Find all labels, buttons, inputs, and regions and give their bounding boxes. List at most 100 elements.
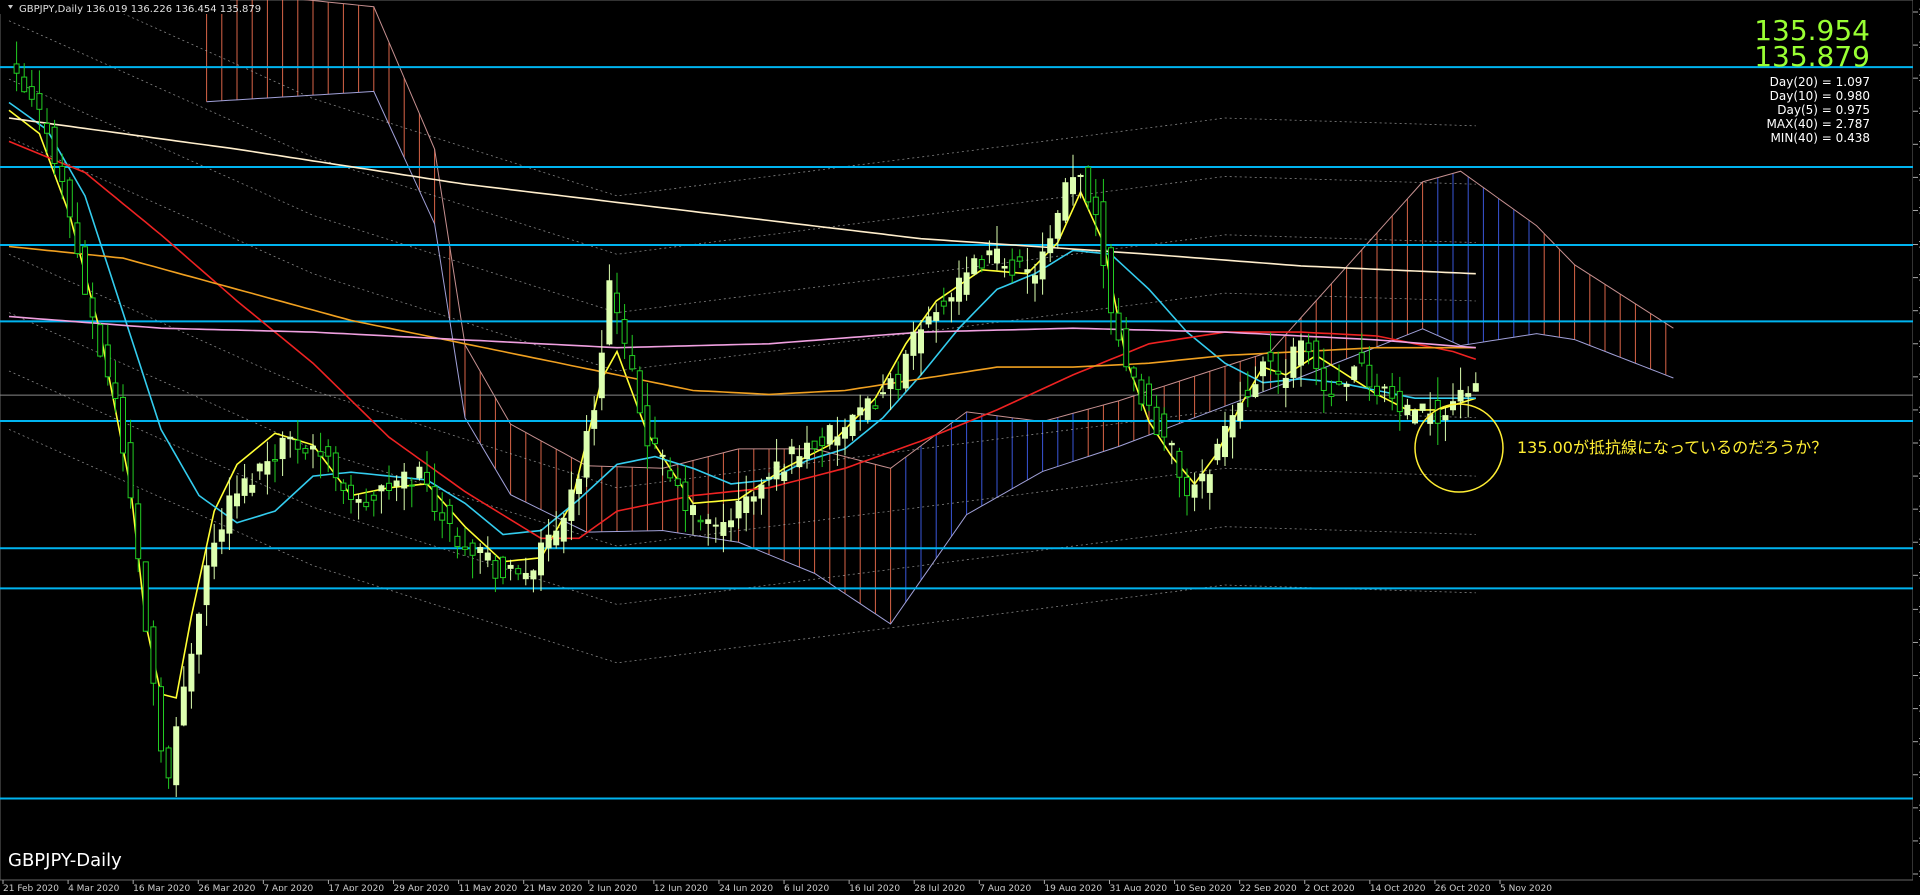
- candle-body: [766, 476, 772, 480]
- x-tick-label: 19 Aug 2020: [1044, 884, 1102, 891]
- candle-body: [492, 560, 499, 579]
- candle-body: [811, 440, 818, 450]
- candle-body: [872, 405, 879, 409]
- candle-body: [796, 456, 803, 468]
- price-axis: 145.725144.875144.025143.175142.325141.4…: [1913, 0, 1920, 891]
- candle-body: [66, 179, 73, 218]
- stat-line: Day(20) = 1.097: [1770, 75, 1870, 89]
- candle-body: [910, 331, 917, 356]
- candle-body: [234, 493, 240, 507]
- chart-watermark: GBPJPY-Daily: [8, 850, 122, 871]
- candle-body: [545, 534, 552, 549]
- candle-body: [735, 500, 742, 519]
- candle-body: [188, 653, 195, 692]
- candle-body: [332, 452, 339, 479]
- candle-body: [1214, 443, 1221, 461]
- candle-body: [674, 478, 681, 486]
- ask-price: 135.879: [1754, 40, 1870, 73]
- candle-body: [1260, 361, 1266, 377]
- candle-body: [1092, 196, 1099, 216]
- x-tick-label: 10 Sep 2020: [1175, 884, 1232, 891]
- candle-body: [1237, 402, 1244, 422]
- stat-line: MAX(40) = 2.787: [1767, 117, 1870, 131]
- candle-body: [1115, 312, 1122, 341]
- candle-body: [978, 259, 985, 269]
- candle-body: [971, 258, 978, 275]
- candle-body: [1130, 367, 1137, 378]
- candle-body: [986, 250, 993, 256]
- candle-body: [1176, 450, 1183, 478]
- x-tick-label: 6 Jul 2020: [784, 884, 829, 891]
- candle-body: [1358, 352, 1365, 364]
- stat-line: MIN(40) = 0.438: [1770, 131, 1870, 145]
- candle-body: [120, 396, 126, 454]
- candle-body: [1123, 328, 1130, 368]
- chart-window[interactable]: 144.310141.743139.737137.775135.214131.9…: [0, 0, 1920, 894]
- candle-body: [272, 459, 278, 462]
- candle-body: [1343, 383, 1350, 387]
- candle-body: [408, 484, 415, 487]
- candle-body: [196, 613, 202, 655]
- candle-body: [1328, 393, 1335, 397]
- candle-body: [1054, 212, 1061, 239]
- candle-body: [82, 246, 88, 295]
- candle-body: [1381, 386, 1388, 389]
- candle-body: [963, 272, 970, 295]
- price-chart[interactable]: 144.310141.743139.737137.775135.214131.9…: [0, 0, 1920, 894]
- candle-body: [1282, 377, 1289, 388]
- stat-line: Day(10) = 0.980: [1770, 89, 1870, 103]
- candle-body: [933, 312, 940, 321]
- candle-body: [1244, 389, 1251, 398]
- candle-body: [484, 552, 491, 561]
- candle-body: [287, 436, 294, 440]
- x-tick-label: 5 Nov 2020: [1500, 884, 1552, 891]
- candle-body: [1199, 473, 1206, 482]
- candle-body: [325, 446, 332, 457]
- x-tick-label: 7 Aug 2020: [979, 884, 1031, 891]
- candle-body: [948, 297, 955, 302]
- candle-body: [393, 480, 400, 487]
- candle-body: [127, 442, 134, 499]
- candle-body: [750, 496, 757, 502]
- candle-body: [857, 407, 864, 416]
- candle-body: [773, 461, 780, 480]
- candle-body: [89, 297, 96, 318]
- candle-body: [1396, 390, 1403, 413]
- candle-body: [1267, 351, 1274, 362]
- candle-body: [743, 496, 750, 513]
- candle-body: [180, 686, 187, 726]
- x-tick-label: 31 Aug 2020: [1109, 884, 1167, 891]
- candle-body: [1336, 380, 1342, 385]
- x-tick-label: 26 Oct 2020: [1435, 884, 1491, 891]
- candle-body: [1085, 166, 1092, 203]
- candle-body: [348, 484, 354, 500]
- candle-body: [568, 489, 575, 521]
- x-tick-label: 16 Mar 2020: [133, 884, 190, 891]
- x-tick-label: 21 May 2020: [524, 884, 583, 891]
- candle-body: [74, 222, 81, 255]
- candle-body: [59, 165, 66, 183]
- candle-body: [864, 398, 871, 420]
- candle-body: [424, 471, 430, 485]
- candle-body: [363, 501, 370, 508]
- candle-body: [241, 478, 248, 496]
- candle-body: [720, 522, 727, 536]
- candle-body: [538, 542, 544, 576]
- candle-body: [1070, 177, 1076, 195]
- candle-body: [1305, 342, 1312, 353]
- candle-body: [682, 481, 689, 511]
- candle-body: [1351, 366, 1358, 380]
- x-tick-label: 16 Jul 2020: [849, 884, 900, 891]
- x-tick-label: 11 May 2020: [459, 884, 518, 891]
- candle-body: [591, 410, 598, 429]
- candle-body: [994, 248, 1000, 264]
- candle-body: [1077, 174, 1084, 177]
- candle-body: [925, 316, 932, 325]
- candle-body: [500, 556, 506, 579]
- x-tick-label: 26 Mar 2020: [198, 884, 255, 891]
- candle-body: [1450, 401, 1456, 411]
- x-tick-label: 4 Mar 2020: [68, 884, 120, 891]
- x-tick-label: 22 Sep 2020: [1240, 884, 1297, 891]
- candle-body: [104, 344, 111, 378]
- candle-body: [507, 564, 514, 569]
